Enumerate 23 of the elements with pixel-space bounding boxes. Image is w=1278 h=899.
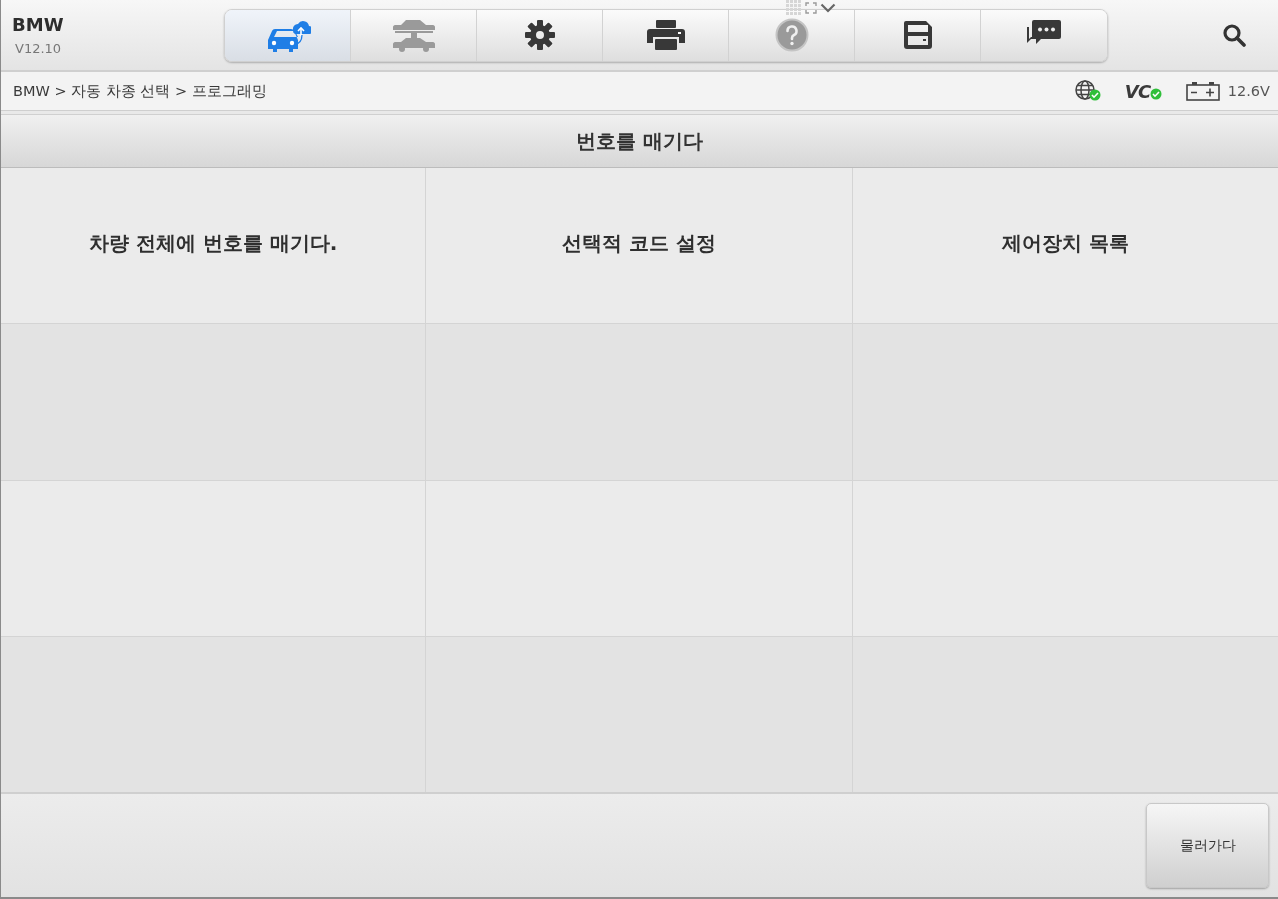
app-name: BMW — [12, 14, 65, 35]
back-button[interactable]: 물러가다 — [1146, 803, 1269, 888]
menu-tile[interactable]: 제어장치 목록 — [853, 168, 1278, 324]
breadcrumb: BMW > 자동 차종 선택 > 프로그래밍 — [13, 81, 267, 101]
search-icon[interactable] — [1222, 23, 1246, 47]
printer-icon — [645, 19, 686, 51]
toolbar-button[interactable] — [981, 9, 1107, 61]
chevron-down-icon[interactable] — [820, 3, 836, 13]
gear-icon — [523, 19, 556, 51]
battery-icon — [1185, 81, 1220, 101]
car-lift-icon — [390, 18, 437, 52]
menu-tile[interactable]: 선택적 코드 설정 — [426, 168, 852, 324]
battery-voltage: 12.6V — [1227, 83, 1270, 99]
toolbar-button[interactable] — [855, 9, 981, 61]
help-icon — [774, 18, 809, 52]
grip-icon[interactable] — [786, 0, 802, 16]
vci-label: VC — [1124, 80, 1151, 102]
save-icon — [902, 20, 933, 50]
version-label: V12.10 — [14, 41, 63, 56]
toolbar-button[interactable] — [603, 9, 729, 61]
menu-tile[interactable]: 차량 전체에 번호를 매기다. — [1, 168, 425, 324]
page-title: 번호를 매기다 — [576, 127, 703, 155]
toolbar-button[interactable] — [477, 9, 603, 61]
